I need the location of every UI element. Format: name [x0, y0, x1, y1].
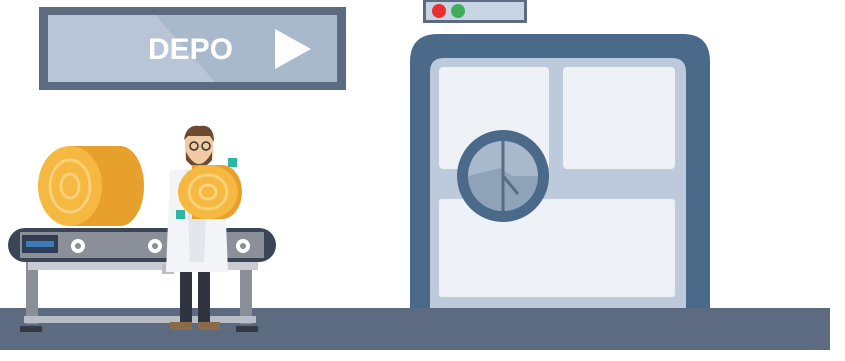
vault-panel-top-right	[563, 67, 675, 169]
sign-label: DEPO	[148, 33, 233, 66]
vault-panel-bottom	[439, 199, 675, 297]
red-light-icon	[432, 4, 446, 18]
worker	[166, 125, 237, 330]
warehouse-scene: DEPO	[0, 0, 830, 350]
floor	[0, 308, 830, 350]
depo-sign: DEPO	[39, 7, 346, 90]
conveyor	[8, 228, 276, 332]
cog-icon	[148, 239, 162, 253]
green-light-icon	[451, 4, 465, 18]
cog-icon	[236, 239, 250, 253]
hay-bale-carried	[178, 165, 242, 219]
hay-bale-large	[38, 146, 144, 226]
indicator-panel	[423, 0, 527, 23]
vault-wheel-icon	[457, 130, 549, 222]
vault	[410, 34, 710, 308]
cog-icon	[71, 239, 85, 253]
